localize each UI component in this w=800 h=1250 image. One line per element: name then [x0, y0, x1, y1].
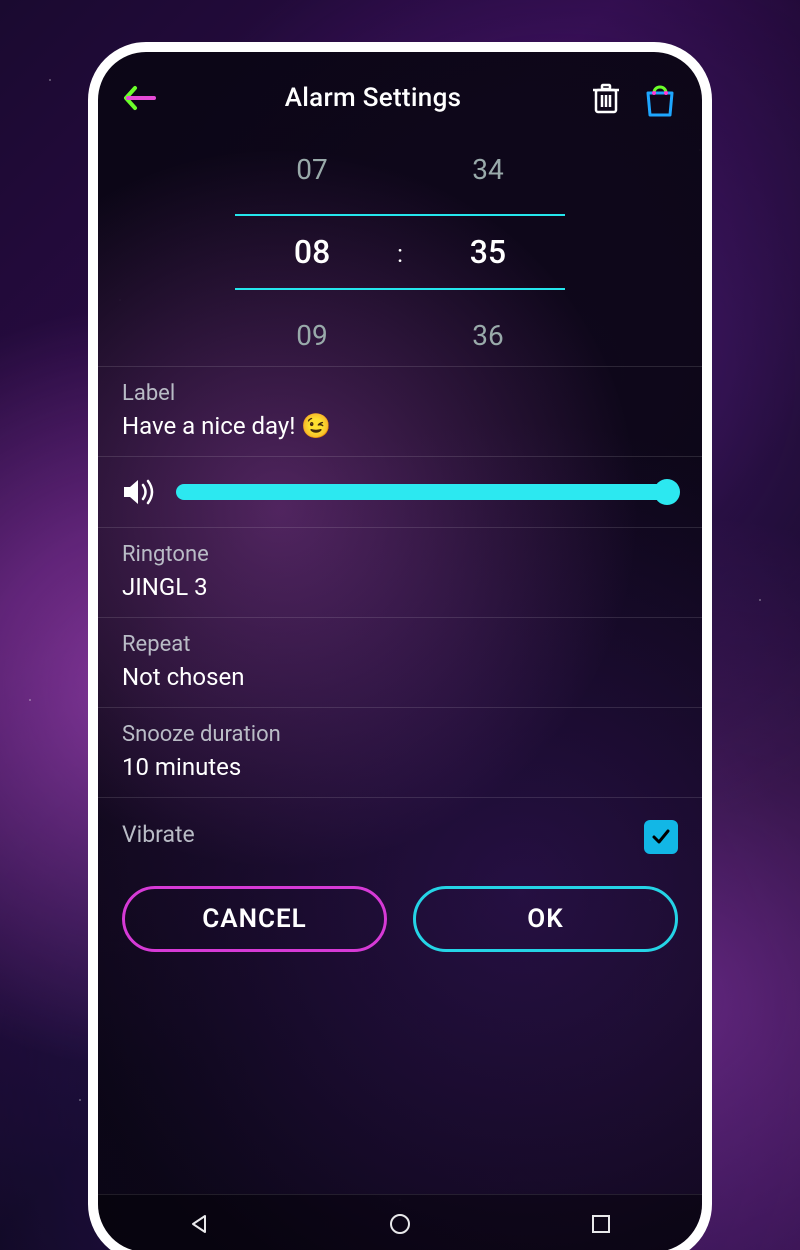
- vibrate-section[interactable]: Vibrate: [98, 797, 702, 866]
- action-buttons: CANCEL OK: [98, 866, 702, 952]
- minute-selected[interactable]: 35: [443, 233, 533, 271]
- nav-recent-button[interactable]: [586, 1209, 616, 1239]
- time-row-next: 09 36: [98, 304, 702, 366]
- triangle-back-icon: [188, 1213, 210, 1235]
- repeat-value: Not chosen: [122, 663, 678, 691]
- nav-home-button[interactable]: [385, 1209, 415, 1239]
- header-bar: Alarm Settings: [98, 52, 702, 128]
- nav-back-button[interactable]: [184, 1209, 214, 1239]
- square-recent-icon: [591, 1214, 611, 1234]
- label-section[interactable]: Label Have a nice day! 😉: [98, 366, 702, 456]
- ringtone-title: Ringtone: [122, 542, 678, 567]
- ringtone-section[interactable]: Ringtone JINGL 3: [98, 527, 702, 617]
- snooze-section[interactable]: Snooze duration 10 minutes: [98, 707, 702, 797]
- repeat-title: Repeat: [122, 632, 678, 657]
- hour-selected[interactable]: 08: [267, 233, 357, 271]
- shopping-bag-icon: [643, 79, 677, 117]
- phone-frame: Alarm Settings 07 34: [88, 42, 712, 1250]
- trash-icon: [592, 82, 620, 114]
- volume-section: [98, 456, 702, 527]
- circle-home-icon: [388, 1212, 412, 1236]
- back-button[interactable]: [120, 78, 160, 118]
- minute-prev: 34: [443, 153, 533, 186]
- volume-icon: [122, 477, 156, 507]
- system-navbar: [98, 1194, 702, 1250]
- ok-button[interactable]: OK: [413, 886, 678, 952]
- label-title: Label: [122, 381, 678, 406]
- slider-track: [176, 484, 678, 500]
- page-title: Alarm Settings: [174, 83, 572, 113]
- snooze-value: 10 minutes: [122, 753, 678, 781]
- cancel-button[interactable]: CANCEL: [122, 886, 387, 952]
- check-icon: [650, 826, 672, 848]
- delete-button[interactable]: [586, 78, 626, 118]
- time-picker[interactable]: 07 34 08 : 35 09 36: [98, 128, 702, 366]
- time-row-prev: 07 34: [98, 138, 702, 200]
- slider-thumb[interactable]: [654, 479, 680, 505]
- vibrate-title: Vibrate: [122, 821, 195, 848]
- hour-prev: 07: [267, 153, 357, 186]
- time-separator: :: [397, 240, 403, 268]
- repeat-section[interactable]: Repeat Not chosen: [98, 617, 702, 707]
- shop-button[interactable]: [640, 78, 680, 118]
- snooze-title: Snooze duration: [122, 722, 678, 747]
- time-row-selected: 08 : 35: [235, 214, 565, 290]
- hour-next: 09: [267, 319, 357, 352]
- minute-next: 36: [443, 319, 533, 352]
- back-arrow-icon: [123, 85, 157, 111]
- vibrate-checkbox[interactable]: [644, 820, 678, 854]
- ringtone-value: JINGL 3: [122, 573, 678, 601]
- label-value: Have a nice day! 😉: [122, 412, 678, 440]
- volume-slider[interactable]: [176, 481, 678, 503]
